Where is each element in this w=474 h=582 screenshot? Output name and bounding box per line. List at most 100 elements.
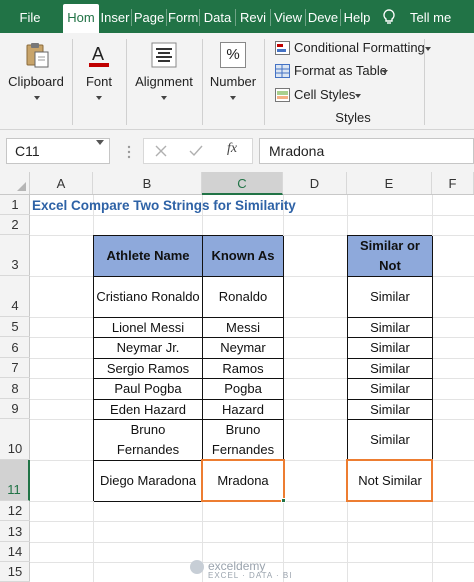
tab-file[interactable]: File — [6, 0, 54, 33]
chevron-down-icon — [425, 47, 431, 51]
tell-me-search[interactable]: Tell me — [410, 0, 451, 35]
cell-result[interactable]: Similar — [348, 420, 433, 461]
cell-known-as[interactable]: Messi — [203, 318, 284, 338]
row-header-1[interactable]: 1 — [0, 195, 30, 215]
enter-check-icon[interactable] — [189, 145, 203, 157]
styles-group-label: Styles — [335, 110, 371, 125]
alignment-group[interactable]: Alignment — [127, 33, 201, 130]
column-header-b[interactable]: B — [93, 172, 202, 194]
cell-known-as[interactable]: Ronaldo — [203, 277, 284, 318]
tab-separator — [270, 9, 271, 26]
row-header-3[interactable]: 3 — [0, 235, 30, 276]
tab-review[interactable]: Revi — [237, 0, 269, 33]
cell-known-as[interactable]: Neymar — [203, 338, 284, 359]
cell-known-as[interactable]: Pogba — [203, 379, 284, 400]
format-as-table-label: Format as Table — [294, 63, 387, 78]
number-label: Number — [209, 74, 257, 89]
name-box[interactable]: C11 — [6, 138, 110, 164]
chevron-down-icon — [34, 96, 40, 100]
row-header-7[interactable]: 7 — [0, 358, 30, 378]
tab-help[interactable]: Help — [342, 0, 372, 33]
cell-athlete[interactable]: Bruno Fernandes — [94, 420, 203, 461]
header-similar-or-not[interactable]: Similar or Not — [348, 236, 433, 277]
row-header-11[interactable]: 11 — [0, 460, 30, 501]
row-headers: 1 2 3 4 5 6 7 8 9 10 11 12 13 14 15 — [0, 195, 30, 582]
header-known-as[interactable]: Known As — [203, 236, 284, 277]
column-header-e[interactable]: E — [347, 172, 432, 194]
column-header-a[interactable]: A — [30, 172, 93, 194]
insert-function-icon[interactable]: fx — [227, 141, 237, 157]
cell-known-as[interactable]: Hazard — [203, 400, 284, 420]
row-header-6[interactable]: 6 — [0, 337, 30, 358]
sheet-title[interactable]: Excel Compare Two Strings for Similarity — [32, 196, 296, 216]
tab-home[interactable]: Hom — [63, 4, 99, 33]
cell-athlete[interactable]: Cristiano Ronaldo — [94, 277, 203, 318]
chevron-down-icon — [230, 96, 236, 100]
number-group[interactable]: % Number — [203, 33, 263, 130]
row-header-2[interactable]: 2 — [0, 215, 30, 235]
lightbulb-icon[interactable] — [380, 8, 398, 26]
row-header-14[interactable]: 14 — [0, 542, 30, 562]
chevron-down-icon — [96, 96, 102, 100]
ribbon-separator — [264, 39, 265, 125]
cell-styles-icon — [275, 88, 290, 102]
column-header-c[interactable]: C — [202, 172, 283, 195]
cell-result[interactable]: Similar — [348, 379, 433, 400]
cell-result[interactable]: Similar — [348, 359, 433, 379]
cell-athlete[interactable]: Lionel Messi — [94, 318, 203, 338]
column-header-f[interactable]: F — [432, 172, 474, 194]
cell-athlete[interactable]: Sergio Ramos — [94, 359, 203, 379]
cell-known-as-selected[interactable]: Mradona — [203, 461, 284, 502]
cell-result[interactable]: Similar — [348, 318, 433, 338]
drag-handle-icon[interactable] — [126, 144, 132, 160]
row-header-4[interactable]: 4 — [0, 276, 30, 317]
gridline — [30, 542, 474, 543]
clipboard-group[interactable]: Clipboard — [0, 33, 72, 130]
tab-separator — [199, 9, 200, 26]
tab-separator — [166, 9, 167, 26]
format-as-table-icon — [275, 64, 290, 78]
font-group[interactable]: A Font — [73, 33, 125, 130]
exceldemy-logo-icon — [190, 559, 204, 574]
cell-result[interactable]: Similar — [348, 277, 433, 318]
select-all-button[interactable] — [0, 172, 30, 194]
cell-known-as[interactable]: Bruno Fernandes — [203, 420, 284, 461]
tab-separator — [305, 9, 306, 26]
font-label: Font — [85, 74, 112, 89]
cell-result[interactable]: Similar — [348, 400, 433, 420]
row-header-13[interactable]: 13 — [0, 521, 30, 542]
cell-result[interactable]: Similar — [348, 338, 433, 359]
tab-view[interactable]: View — [272, 0, 304, 33]
cell-athlete[interactable]: Neymar Jr. — [94, 338, 203, 359]
tab-insert[interactable]: Inser — [100, 0, 130, 33]
header-athlete-name[interactable]: Athlete Name — [94, 236, 203, 277]
cell-athlete[interactable]: Diego Maradona — [94, 461, 203, 502]
row-header-12[interactable]: 12 — [0, 501, 30, 521]
row-header-5[interactable]: 5 — [0, 317, 30, 337]
cell-athlete[interactable]: Eden Hazard — [94, 400, 203, 420]
cell-known-as[interactable]: Ramos — [203, 359, 284, 379]
chevron-down-icon — [355, 94, 361, 98]
row-header-15[interactable]: 15 — [0, 562, 30, 582]
cancel-icon[interactable] — [155, 145, 167, 157]
tab-separator — [340, 9, 341, 26]
cell-athlete[interactable]: Paul Pogba — [94, 379, 203, 400]
tab-formulas[interactable]: Form — [168, 0, 198, 33]
tab-separator — [131, 9, 132, 26]
gridline — [30, 521, 474, 522]
formula-input[interactable]: Mradona — [259, 138, 474, 164]
tab-developer[interactable]: Deve — [307, 0, 339, 33]
row-header-10[interactable]: 10 — [0, 419, 30, 460]
column-header-d[interactable]: D — [283, 172, 347, 194]
tab-page-layout[interactable]: Page — [133, 0, 165, 33]
row-header-8[interactable]: 8 — [0, 378, 30, 399]
excel-window: File Hom Inser Page Form Data Revi View … — [0, 0, 474, 582]
cell-result[interactable]: Not Similar — [348, 461, 433, 502]
worksheet-grid: A B C D E F 1 2 3 4 5 6 7 8 9 10 11 12 1… — [0, 172, 474, 582]
row-header-9[interactable]: 9 — [0, 399, 30, 419]
tab-data[interactable]: Data — [201, 0, 234, 33]
chevron-down-icon[interactable] — [96, 140, 104, 145]
fill-handle[interactable] — [281, 498, 286, 503]
font-icon: A — [89, 44, 109, 67]
conditional-formatting-icon — [275, 41, 290, 55]
